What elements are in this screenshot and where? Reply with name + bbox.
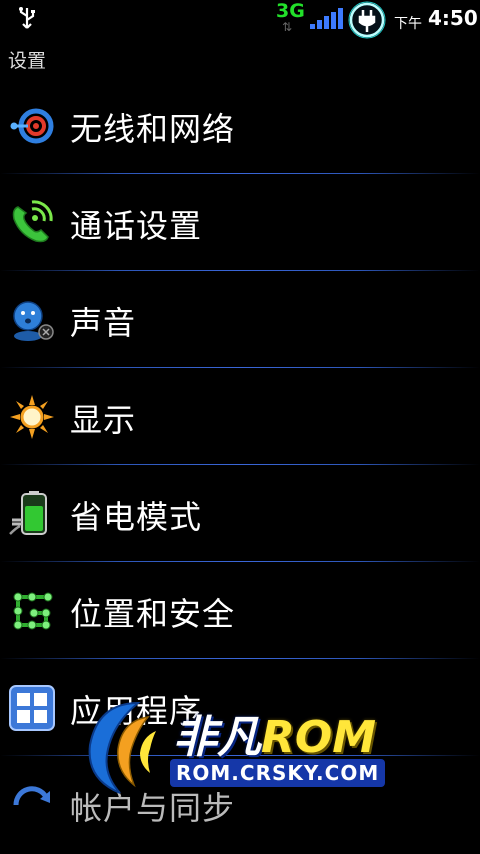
accounts-sync-icon bbox=[13, 786, 50, 806]
settings-item-label: 无线和网络 bbox=[70, 110, 236, 148]
settings-item-wireless[interactable]: 无线和网络 bbox=[0, 78, 480, 175]
display-sun-icon bbox=[10, 395, 54, 439]
usb-icon bbox=[19, 7, 35, 29]
battery-charging-icon bbox=[348, 1, 386, 39]
settings-item-call[interactable]: 通话设置 bbox=[0, 175, 480, 272]
watermark-brand: 非凡ROM bbox=[173, 701, 376, 765]
divider bbox=[0, 464, 480, 465]
watermark-brand-cn: 非凡 bbox=[173, 712, 261, 763]
settings-item-label: 省电模式 bbox=[70, 498, 203, 536]
watermark-logo: 非凡ROM ROM.CRSKY.COM bbox=[78, 697, 408, 797]
settings-item-display[interactable]: 显示 bbox=[0, 369, 480, 466]
divider bbox=[0, 270, 480, 271]
settings-item-location-security[interactable]: 位置和安全 bbox=[0, 563, 480, 660]
phone-call-icon bbox=[12, 200, 53, 243]
settings-item-power-saving[interactable]: 省电模式 bbox=[0, 466, 480, 563]
network-type-indicator: 3G bbox=[276, 0, 305, 22]
battery-saver-icon bbox=[9, 491, 47, 535]
time-ampm: 下午 bbox=[394, 16, 422, 32]
divider bbox=[0, 367, 480, 368]
watermark-brand-rom: ROM bbox=[261, 712, 377, 763]
page-title: 设置 bbox=[8, 50, 47, 72]
status-bar: 3G ⇅ 下午 4:50 bbox=[0, 0, 480, 40]
data-activity-icon: ⇅ bbox=[282, 20, 293, 34]
divider bbox=[0, 658, 480, 659]
settings-item-label: 显示 bbox=[70, 401, 137, 439]
watermark-url: ROM.CRSKY.COM bbox=[170, 759, 386, 787]
applications-icon bbox=[9, 685, 55, 731]
settings-item-label: 通话设置 bbox=[70, 207, 203, 245]
watermark-swirl-icon bbox=[88, 701, 156, 794]
divider bbox=[0, 561, 480, 562]
wireless-network-icon bbox=[10, 108, 54, 144]
clock: 4:50 bbox=[428, 6, 478, 30]
settings-item-label: 声音 bbox=[70, 304, 137, 342]
settings-item-sound[interactable]: 声音 bbox=[0, 272, 480, 369]
settings-item-label: 位置和安全 bbox=[70, 595, 236, 633]
divider bbox=[0, 173, 480, 174]
sound-icon bbox=[13, 301, 54, 341]
signal-strength-icon bbox=[310, 8, 343, 29]
location-security-icon bbox=[13, 592, 53, 630]
